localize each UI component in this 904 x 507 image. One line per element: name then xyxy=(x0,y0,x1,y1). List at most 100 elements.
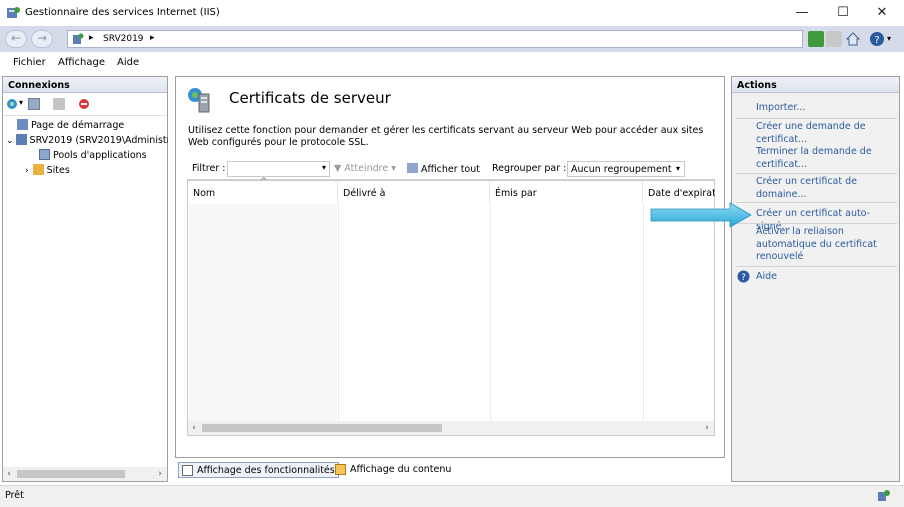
scroll-thumb[interactable] xyxy=(202,424,442,432)
action-create-request[interactable]: Créer une demande de certificat... xyxy=(756,121,876,146)
column-header-nom[interactable]: Nom xyxy=(188,181,338,203)
expander-icon[interactable]: ⌄ xyxy=(6,136,14,146)
chevron-down-icon[interactable]: ▾ xyxy=(322,163,326,172)
show-all-button[interactable]: Afficher tout xyxy=(407,163,480,175)
title-bar: Gestionnaire des services Internet (IIS)… xyxy=(0,0,904,26)
minimize-button[interactable]: — xyxy=(782,0,822,26)
column-header-delivre-a[interactable]: Délivré à xyxy=(338,181,490,203)
filter-input[interactable]: ▾ xyxy=(227,161,330,177)
tab-features-view[interactable]: Affichage des fonctionnalités xyxy=(178,462,339,478)
content-view-icon xyxy=(335,464,346,475)
certificates-table[interactable]: ^ Nom Délivré à Émis par Date d'expirati… xyxy=(187,177,715,436)
tree-label: Sites xyxy=(46,165,70,176)
menu-affichage[interactable]: Affichage xyxy=(58,57,105,68)
home-icon[interactable] xyxy=(845,31,861,47)
column-header-emis-par[interactable]: Émis par xyxy=(490,181,643,203)
tree-item-sites[interactable]: › Sites xyxy=(25,164,70,176)
separator xyxy=(736,266,897,267)
address-bar: ← → ▸ SRV2019 ▸ ? ▾ xyxy=(0,26,904,52)
tree-item-app-pools[interactable]: Pools d'applications xyxy=(39,149,147,161)
certificate-feature-icon xyxy=(188,88,210,113)
menu-fichier[interactable]: Fichier xyxy=(13,57,46,68)
column-header-date-expiration[interactable]: Date d'expiratio xyxy=(643,181,715,203)
help-icon: ? xyxy=(737,270,750,283)
breadcrumb-separator: ▸ xyxy=(89,33,94,43)
app-pools-icon xyxy=(39,149,50,160)
back-button[interactable]: ← xyxy=(5,30,27,48)
scroll-left-icon[interactable]: ‹ xyxy=(188,421,200,435)
expander-icon[interactable]: › xyxy=(25,166,29,176)
status-text: Prêt xyxy=(5,490,24,501)
breadcrumb-separator[interactable]: ▸ xyxy=(150,33,155,43)
svg-text:?: ? xyxy=(741,273,746,283)
server-icon xyxy=(73,33,84,44)
tree-label: Pools d'applications xyxy=(53,150,147,161)
scroll-right-icon[interactable]: › xyxy=(701,421,713,435)
save-icon[interactable] xyxy=(28,98,40,110)
column-divider xyxy=(490,203,491,421)
stop-icon[interactable] xyxy=(826,31,842,47)
group-by-select[interactable]: Aucun regroupement ▾ xyxy=(567,161,685,177)
forward-button[interactable]: → xyxy=(31,30,53,48)
group-by-value: Aucun regroupement xyxy=(571,164,672,175)
separator xyxy=(736,118,897,119)
connections-hscroll[interactable]: ‹ › xyxy=(3,467,167,481)
tab-label: Affichage des fonctionnalités xyxy=(197,465,335,476)
group-by-label: Regrouper par : xyxy=(492,163,567,174)
breadcrumb-srv2019[interactable]: SRV2019 xyxy=(103,34,144,44)
tab-label: Affichage du contenu xyxy=(350,464,452,475)
funnel-icon: ▼ xyxy=(334,163,345,174)
table-hscroll[interactable]: ‹ › xyxy=(188,421,714,435)
svg-text:?: ? xyxy=(874,35,879,46)
selected-column-body xyxy=(189,204,337,421)
chevron-down-icon[interactable]: ▾ xyxy=(676,164,680,173)
tree-label: SRV2019 (SRV2019\Administra xyxy=(29,135,168,146)
column-divider xyxy=(643,203,644,421)
separator xyxy=(736,223,897,224)
scroll-left-icon[interactable]: ‹ xyxy=(3,467,15,481)
pointer-arrow xyxy=(650,202,752,228)
show-all-icon xyxy=(407,163,418,173)
connections-toolbar: ▾ xyxy=(3,94,167,116)
actions-pane: Actions Importer... Créer une demande de… xyxy=(731,76,900,482)
separator xyxy=(736,173,897,174)
action-import[interactable]: Importer... xyxy=(756,102,896,115)
help-icon[interactable]: ? xyxy=(869,31,885,47)
filter-label: Filtrer : xyxy=(192,163,226,174)
tree-label: Page de démarrage xyxy=(31,120,125,131)
action-help[interactable]: Aide xyxy=(756,271,896,284)
tree-item-start-page[interactable]: Page de démarrage xyxy=(17,119,124,131)
refresh-icon[interactable] xyxy=(808,31,824,47)
connections-header: Connexions xyxy=(3,77,167,93)
scroll-right-icon[interactable]: › xyxy=(154,467,166,481)
actions-header: Actions xyxy=(732,77,899,93)
connections-pane: Connexions ▾ Page de démarrage ⌄ SRV2019 … xyxy=(2,76,168,482)
action-create-domain-cert[interactable]: Créer un certificat de domaine... xyxy=(756,176,876,201)
chevron-down-icon[interactable]: ▾ xyxy=(887,34,891,43)
chevron-down-icon[interactable]: ▾ xyxy=(19,98,23,107)
window-title: Gestionnaire des services Internet (IIS) xyxy=(25,7,220,18)
close-button[interactable]: ✕ xyxy=(862,0,902,26)
disconnect-icon[interactable] xyxy=(78,98,90,110)
separator xyxy=(736,202,897,203)
up-icon[interactable] xyxy=(53,98,65,110)
scroll-thumb[interactable] xyxy=(17,470,125,478)
status-bar: Prêt xyxy=(0,485,904,507)
goto-button[interactable]: ▼ Atteindre ▾ xyxy=(334,163,396,174)
start-page-icon xyxy=(17,119,28,130)
address-field[interactable]: ▸ SRV2019 ▸ xyxy=(67,30,803,48)
connect-icon[interactable] xyxy=(6,98,18,110)
tree-item-server[interactable]: ⌄ SRV2019 (SRV2019\Administra xyxy=(6,134,168,146)
tab-content-view[interactable]: Affichage du contenu xyxy=(332,462,454,478)
action-complete-request[interactable]: Terminer la demande de certificat... xyxy=(756,146,876,171)
show-all-label: Afficher tout xyxy=(421,164,480,175)
action-enable-rebind[interactable]: Activer la reliaison automatique du cert… xyxy=(756,226,881,264)
page-title: Certificats de serveur xyxy=(229,89,391,107)
server-icon xyxy=(15,134,27,145)
maximize-button[interactable]: ☐ xyxy=(823,0,863,26)
menu-bar: Fichier Affichage Aide xyxy=(0,52,904,72)
network-icon xyxy=(878,490,890,501)
goto-label: Atteindre xyxy=(344,163,389,174)
feature-pane: Certificats de serveur Utilisez cette fo… xyxy=(175,76,725,458)
menu-aide[interactable]: Aide xyxy=(117,57,139,68)
